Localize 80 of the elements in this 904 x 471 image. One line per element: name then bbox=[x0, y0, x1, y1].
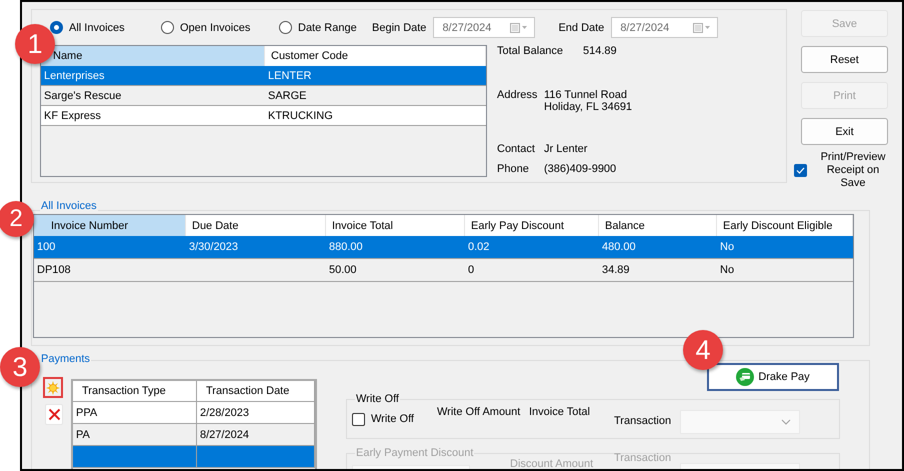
field-label: Transaction bbox=[614, 451, 672, 465]
field-label: Invoice Total bbox=[529, 405, 591, 419]
action-button[interactable]: Reset bbox=[801, 46, 888, 73]
checkbox-label[interactable]: Print/Preview Receipt on Save bbox=[818, 151, 888, 190]
table-cell-text: 480.00 bbox=[601, 240, 637, 255]
table-cell-text: 3/30/2023 bbox=[188, 240, 239, 255]
table-cell-text: No bbox=[719, 263, 736, 278]
address-line: 116 Tunnel Road bbox=[544, 89, 628, 101]
column-header[interactable]: Name bbox=[41, 46, 265, 66]
info-value: Jr Lenter bbox=[544, 142, 588, 156]
column-header[interactable]: Transaction Date bbox=[197, 381, 315, 401]
calendar-icon bbox=[693, 22, 712, 32]
address-line: Holiday, FL 34691 bbox=[544, 101, 632, 113]
table-cell: 2/28/2023 bbox=[197, 402, 315, 423]
table-cell-text: 880.00 bbox=[328, 240, 364, 255]
table-row[interactable]: KF Express KTRUCKING bbox=[41, 106, 486, 126]
column-header[interactable]: Invoice Number bbox=[34, 215, 186, 236]
column-header[interactable]: Balance bbox=[599, 215, 717, 236]
step-badge: 2 bbox=[0, 201, 34, 237]
radio-button[interactable] bbox=[161, 21, 174, 34]
checkbox-label[interactable]: Write Off bbox=[371, 412, 414, 426]
info-label: Total Balance bbox=[497, 44, 564, 58]
field-label: Begin Date bbox=[372, 22, 426, 34]
group-title: Payments bbox=[40, 352, 91, 366]
table-cell-text: 0 bbox=[467, 263, 476, 278]
add-button[interactable] bbox=[43, 377, 63, 398]
sun-icon bbox=[46, 380, 60, 394]
dropdown-field[interactable] bbox=[680, 410, 800, 434]
radio-button[interactable] bbox=[50, 21, 63, 34]
table-cell-text: Sarge's Rescue bbox=[43, 88, 122, 104]
column-header[interactable]: Transaction Type bbox=[73, 381, 197, 401]
table-cell-text: 50.00 bbox=[328, 263, 358, 278]
table-cell: 8/27/2024 bbox=[197, 424, 315, 445]
drake-pay-button[interactable]: Drake Pay bbox=[707, 363, 839, 391]
group-title: All Invoices bbox=[40, 199, 98, 213]
info-label: Contact bbox=[497, 142, 536, 156]
table-cell-text: DP108 bbox=[36, 263, 72, 278]
table-row[interactable]: 100 3/30/2023 880.00 0.02 480.00 No bbox=[34, 236, 853, 259]
card-icon bbox=[736, 368, 754, 386]
table-cell-text: Lenterprises bbox=[43, 68, 106, 84]
check-icon bbox=[796, 167, 805, 174]
info-label: Phone bbox=[497, 162, 530, 176]
group-title: Early Payment Discount bbox=[355, 446, 474, 460]
checkbox[interactable] bbox=[352, 412, 365, 426]
table-cell-text: 34.89 bbox=[601, 263, 631, 278]
table-cell-text: KF Express bbox=[43, 108, 102, 124]
table-cell-text: LENTER bbox=[267, 68, 312, 84]
delete-button[interactable] bbox=[45, 404, 63, 425]
radio-button[interactable] bbox=[279, 21, 292, 34]
table-row[interactable]: PA 8/27/2024 bbox=[73, 424, 315, 446]
action-button[interactable]: Exit bbox=[801, 118, 888, 145]
field-label: End Date bbox=[558, 22, 604, 34]
table-row[interactable]: PPA 2/28/2023 bbox=[73, 402, 315, 424]
table-cell: PPA bbox=[73, 402, 197, 423]
info-value: 514.89 bbox=[583, 44, 617, 58]
info-value: (386)409-9900 bbox=[544, 162, 616, 176]
radio-label[interactable]: Date Range bbox=[298, 22, 357, 34]
column-header[interactable]: Customer Code bbox=[265, 46, 486, 66]
table-cell-text: 0.02 bbox=[467, 240, 490, 255]
x-icon bbox=[48, 408, 60, 421]
info-label: Address bbox=[497, 89, 538, 103]
field-label: Discount Amount bbox=[510, 457, 594, 469]
table-cell-text: SARGE bbox=[267, 88, 308, 104]
table-cell-text: KTRUCKING bbox=[267, 108, 334, 124]
table-cell-text: No bbox=[719, 240, 736, 255]
table-cell-text: 100 bbox=[36, 240, 56, 255]
column-header[interactable]: Early Pay Discount bbox=[465, 215, 599, 236]
radio-label[interactable]: Open Invoices bbox=[180, 22, 250, 34]
column-header[interactable]: Due Date bbox=[186, 215, 326, 236]
checkbox[interactable] bbox=[794, 164, 807, 177]
step-badge: 3 bbox=[0, 347, 40, 387]
calendar-icon bbox=[510, 22, 528, 32]
table-row[interactable]: Lenterprises LENTER bbox=[41, 66, 486, 86]
table-cell: PA bbox=[73, 424, 197, 445]
column-header[interactable]: Invoice Total bbox=[326, 215, 465, 236]
field-label: Transaction bbox=[614, 414, 672, 428]
radio-label[interactable]: All Invoices bbox=[69, 22, 125, 34]
column-header[interactable]: Early Discount Eligible bbox=[717, 215, 853, 236]
chevron-down-icon bbox=[781, 419, 791, 425]
field-label: Write Off Amount bbox=[437, 405, 522, 419]
